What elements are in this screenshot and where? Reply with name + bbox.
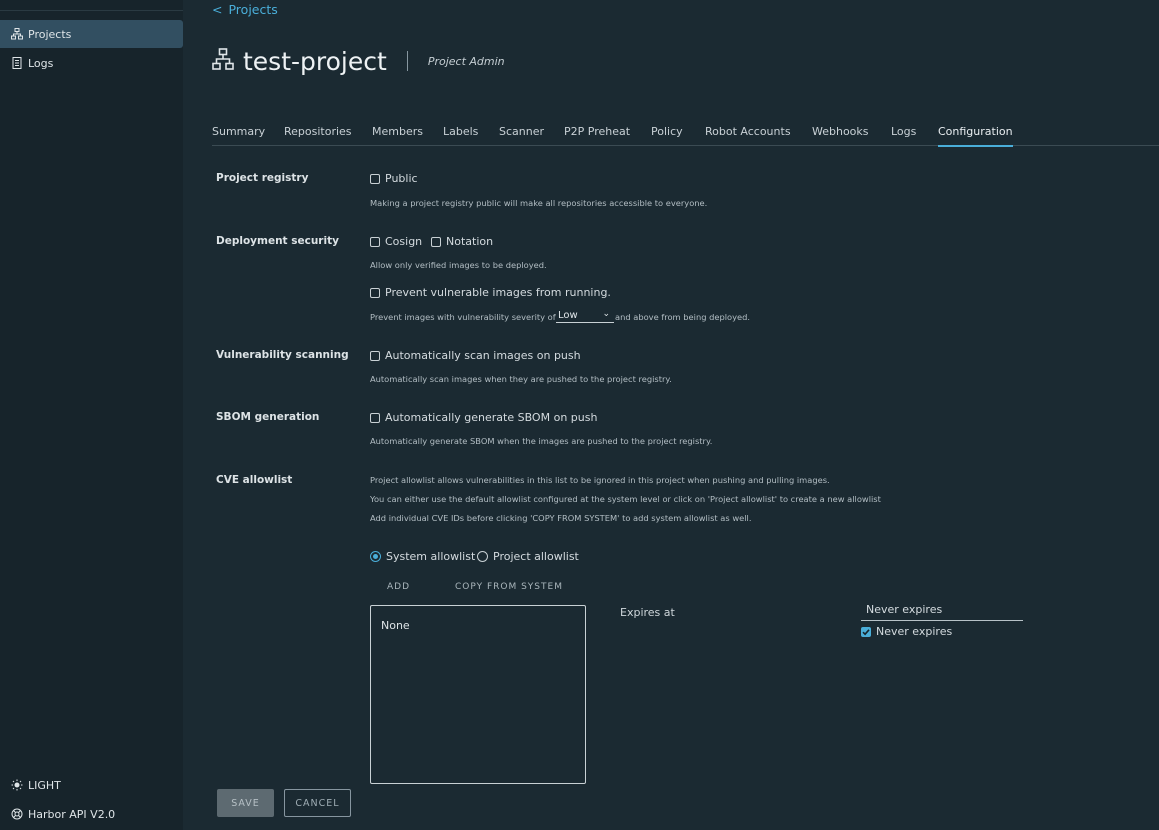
notation-label: Notation: [446, 235, 494, 248]
api-icon: [11, 808, 23, 820]
theme-toggle-label: LIGHT: [28, 778, 61, 792]
tab-p2p-preheat[interactable]: P2P Preheat: [564, 125, 630, 138]
never-expires-checkbox[interactable]: Never expires: [861, 625, 952, 638]
tab-scanner[interactable]: Scanner: [499, 125, 544, 138]
public-label: Public: [385, 172, 418, 185]
tab-repositories[interactable]: Repositories: [284, 125, 352, 138]
sidebar: Projects Logs LIGHT Harbor API V2.0: [0, 0, 183, 830]
cve-help-2: You can either use the default allowlist…: [370, 494, 881, 504]
tab-policy[interactable]: Policy: [651, 125, 683, 138]
cve-allowlist-label: CVE allowlist: [216, 474, 293, 486]
deployment-help: Allow only verified images to be deploye…: [370, 260, 547, 270]
copy-from-system-button[interactable]: COPY FROM SYSTEM: [455, 582, 563, 592]
checkbox-box: [370, 412, 380, 423]
sidebar-item-label: Projects: [28, 27, 72, 41]
cancel-button[interactable]: CANCEL: [284, 789, 351, 817]
tab-labels[interactable]: Labels: [443, 125, 478, 138]
tab-robot-accounts[interactable]: Robot Accounts: [705, 125, 791, 138]
prevent-vulnerable-label: Prevent vulnerable images from running.: [385, 286, 611, 299]
auto-sbom-checkbox[interactable]: Automatically generate SBOM on push: [370, 411, 597, 424]
checkbox-box: [431, 236, 441, 247]
notation-checkbox[interactable]: Notation: [431, 235, 493, 248]
add-button[interactable]: ADD: [387, 582, 410, 592]
vulnerability-scanning-label: Vulnerability scanning: [216, 349, 349, 361]
prevent-help-after: and above from being deployed.: [615, 312, 751, 322]
project-allowlist-radio[interactable]: Project allowlist: [477, 550, 579, 563]
expires-value: Never expires: [866, 603, 943, 616]
severity-select[interactable]: Low ⌄: [556, 309, 614, 323]
project-registry-label: Project registry: [216, 172, 309, 184]
cve-list: None: [370, 605, 586, 784]
checkbox-box: [370, 287, 380, 298]
breadcrumb-projects: Projects: [228, 2, 278, 17]
checkbox-box: [370, 236, 380, 247]
checkbox-box: [861, 626, 871, 637]
sidebar-item-projects[interactable]: Projects: [0, 20, 183, 48]
radio-dot: [477, 551, 488, 562]
prevent-help-before: Prevent images with vulnerability severi…: [370, 312, 556, 322]
sidebar-item-logs[interactable]: Logs: [0, 49, 183, 77]
deployment-security-label: Deployment security: [216, 235, 339, 247]
auto-sbom-help: Automatically generate SBOM when the ima…: [370, 436, 713, 446]
logs-icon: [11, 57, 23, 69]
sbom-generation-label: SBOM generation: [216, 411, 320, 423]
system-allowlist-label: System allowlist: [386, 550, 476, 563]
role-badge: Project Admin: [427, 54, 505, 68]
cve-help-1: Project allowlist allows vulnerabilities…: [370, 475, 830, 485]
title-divider: [406, 51, 408, 71]
page-header: test-project Project Admin: [212, 44, 505, 78]
sidebar-divider: [0, 10, 183, 11]
project-allowlist-label: Project allowlist: [493, 550, 579, 563]
checkbox-box: [370, 173, 380, 184]
projects-icon: [11, 28, 23, 40]
save-button[interactable]: SAVE: [217, 789, 274, 817]
harbor-api-link[interactable]: Harbor API V2.0: [0, 800, 183, 828]
auto-scan-label: Automatically scan images on push: [385, 349, 581, 362]
page-title: test-project: [243, 46, 387, 76]
checkbox-box: [370, 350, 380, 361]
public-help: Making a project registry public will ma…: [370, 198, 708, 208]
tab-summary[interactable]: Summary: [212, 125, 265, 138]
cosign-checkbox[interactable]: Cosign: [370, 235, 422, 248]
sidebar-item-label: Logs: [28, 56, 54, 70]
tab-webhooks[interactable]: Webhooks: [812, 125, 869, 138]
tab-configuration[interactable]: Configuration: [938, 125, 1013, 147]
breadcrumb[interactable]: < Projects: [212, 2, 278, 17]
theme-toggle[interactable]: LIGHT: [0, 771, 183, 799]
cve-help-3: Add individual CVE IDs before clicking '…: [370, 513, 752, 523]
never-expires-label: Never expires: [876, 625, 953, 638]
tab-logs[interactable]: Logs: [891, 125, 916, 138]
cve-list-value: None: [381, 619, 410, 632]
tab-members[interactable]: Members: [372, 125, 423, 138]
auto-scan-checkbox[interactable]: Automatically scan images on push: [370, 349, 581, 362]
sun-icon: [11, 779, 23, 791]
auto-scan-help: Automatically scan images when they are …: [370, 374, 672, 384]
tab-bar: Summary Repositories Members Labels Scan…: [212, 120, 1159, 147]
chevron-left-icon: <: [212, 2, 223, 17]
system-allowlist-radio[interactable]: System allowlist: [370, 550, 475, 563]
project-icon: [212, 48, 234, 74]
auto-sbom-label: Automatically generate SBOM on push: [385, 411, 598, 424]
harbor-api-label: Harbor API V2.0: [28, 807, 116, 821]
severity-value: Low: [558, 310, 578, 321]
radio-dot: [370, 551, 381, 562]
cosign-label: Cosign: [385, 235, 423, 248]
main-content: < Projects test-project Project Admin Sum…: [183, 0, 1159, 830]
public-checkbox[interactable]: Public: [370, 172, 418, 185]
expires-at-label: Expires at: [620, 606, 675, 619]
expires-input[interactable]: Never expires: [861, 603, 1023, 621]
check-icon: [862, 628, 870, 635]
chevron-down-icon: ⌄: [602, 309, 610, 319]
prevent-vulnerable-checkbox[interactable]: Prevent vulnerable images from running.: [370, 286, 611, 299]
